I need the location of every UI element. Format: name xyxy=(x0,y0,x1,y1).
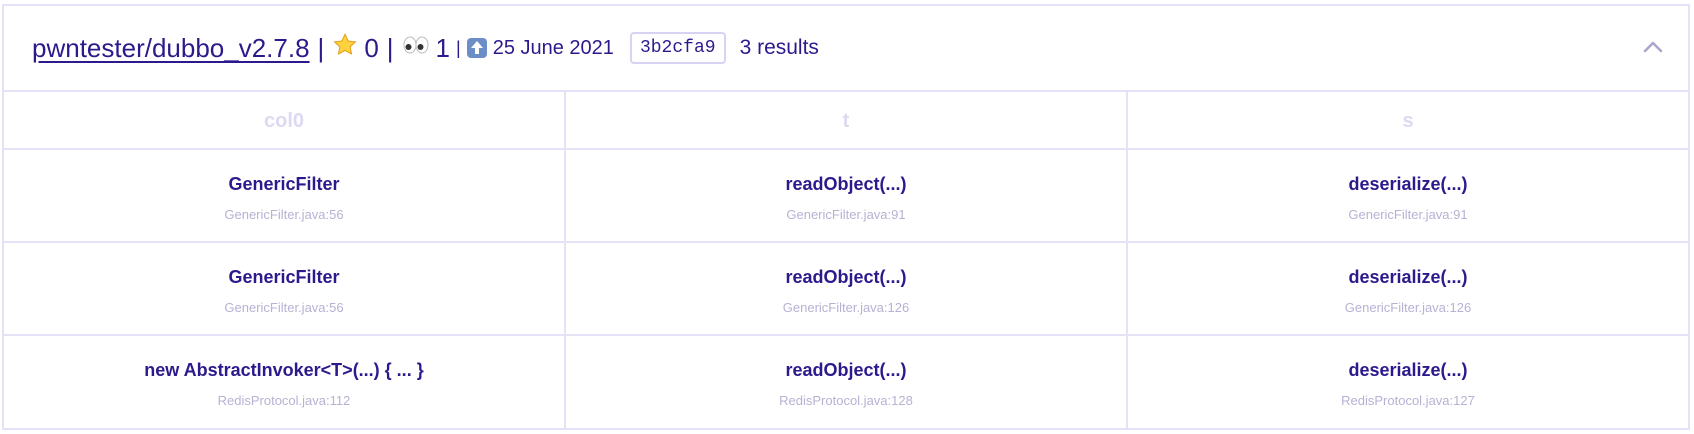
cell-link[interactable]: GenericFilter xyxy=(4,174,564,195)
up-arrow-icon xyxy=(466,38,487,58)
updated-value: 25 June 2021 xyxy=(492,36,614,59)
table-cell: readObject(...) GenericFilter.java:126 xyxy=(566,243,1128,334)
cell-link[interactable]: new AbstractInvoker<T>(...) { ... } xyxy=(4,360,564,381)
table-cell: readObject(...) GenericFilter.java:91 xyxy=(566,150,1128,241)
eyes-icon xyxy=(402,33,430,64)
cell-location: GenericFilter.java:56 xyxy=(224,207,344,222)
results-count: 3 results xyxy=(739,36,819,59)
watchers-count: 1 xyxy=(402,33,450,64)
table-cell: deserialize(...) GenericFilter.java:91 xyxy=(1128,150,1688,241)
table-row: new AbstractInvoker<T>(...) { ... } Redi… xyxy=(4,336,1688,429)
repo-name-link[interactable]: pwntester/dubbo_v2.7.8 xyxy=(32,33,310,64)
commit-sha-badge[interactable]: 3b2cfa9 xyxy=(629,32,726,64)
cell-link[interactable]: deserialize(...) xyxy=(1128,174,1688,195)
table-cell: new AbstractInvoker<T>(...) { ... } Redi… xyxy=(4,336,566,429)
separator: | xyxy=(456,37,461,58)
results-panel: pwntester/dubbo_v2.7.8 | 0 | 1 | 25 June… xyxy=(2,4,1690,430)
table-cell: GenericFilter GenericFilter.java:56 xyxy=(4,243,566,334)
cell-location: RedisProtocol.java:127 xyxy=(1341,393,1475,408)
cell-location: RedisProtocol.java:128 xyxy=(779,393,913,408)
table-cell: GenericFilter GenericFilter.java:56 xyxy=(4,150,566,241)
table-cell: deserialize(...) RedisProtocol.java:127 xyxy=(1128,336,1688,429)
watchers-value: 1 xyxy=(435,32,451,63)
cell-location: GenericFilter.java:91 xyxy=(1348,207,1468,222)
collapse-button[interactable] xyxy=(1638,32,1668,62)
separator: | xyxy=(386,32,394,63)
cell-link[interactable]: deserialize(...) xyxy=(1128,360,1688,381)
table-cell: deserialize(...) GenericFilter.java:126 xyxy=(1128,243,1688,334)
table-header-row: col0 t s xyxy=(4,92,1688,150)
results-table: col0 t s GenericFilter GenericFilter.jav… xyxy=(4,92,1688,429)
column-header-col0: col0 xyxy=(4,92,566,148)
cell-location: GenericFilter.java:91 xyxy=(786,207,906,222)
column-header-t: t xyxy=(566,92,1128,148)
cell-location: GenericFilter.java:126 xyxy=(782,300,910,315)
cell-link[interactable]: readObject(...) xyxy=(566,267,1126,288)
table-cell: readObject(...) RedisProtocol.java:128 xyxy=(566,336,1128,429)
cell-link[interactable]: readObject(...) xyxy=(566,360,1126,381)
table-row: GenericFilter GenericFilter.java:56 read… xyxy=(4,243,1688,336)
stars-count: 0 xyxy=(332,32,379,65)
star-icon xyxy=(332,32,358,65)
stars-value: 0 xyxy=(364,32,379,63)
updated-date: 25 June 2021 xyxy=(466,36,614,60)
cell-location: RedisProtocol.java:112 xyxy=(217,393,351,408)
separator: | xyxy=(317,32,325,63)
chevron-up-icon xyxy=(1643,41,1663,53)
cell-link[interactable]: GenericFilter xyxy=(4,267,564,288)
cell-location: GenericFilter.java:56 xyxy=(224,300,344,315)
cell-location: GenericFilter.java:126 xyxy=(1344,300,1472,315)
table-row: GenericFilter GenericFilter.java:56 read… xyxy=(4,150,1688,243)
cell-link[interactable]: readObject(...) xyxy=(566,174,1126,195)
cell-link[interactable]: deserialize(...) xyxy=(1128,267,1688,288)
repo-header: pwntester/dubbo_v2.7.8 | 0 | 1 | 25 June… xyxy=(4,6,1688,92)
column-header-s: s xyxy=(1402,110,1414,132)
